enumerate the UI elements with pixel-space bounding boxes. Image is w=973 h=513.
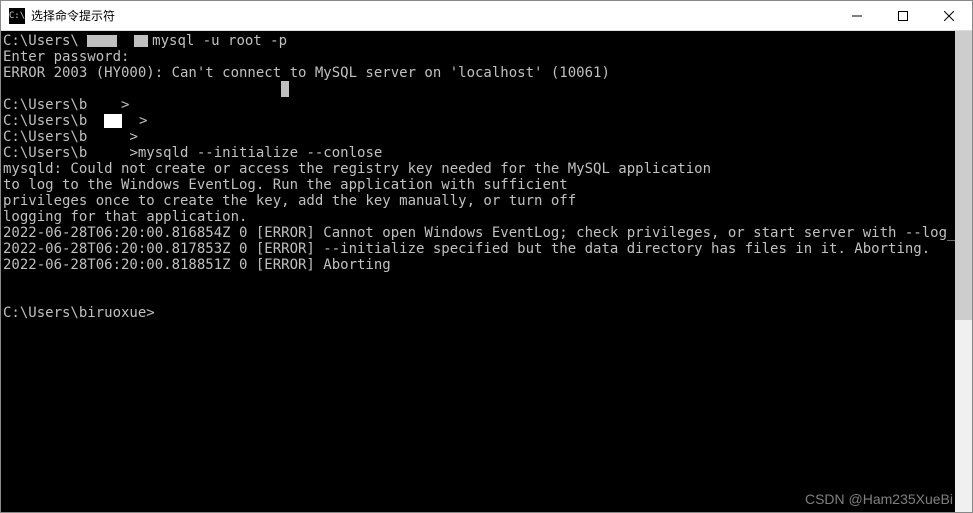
command-text: >mysqld --initialize --conlose: [87, 145, 382, 161]
prompt-text: C:\Users\b: [3, 97, 87, 113]
prompt-text: >: [122, 113, 147, 129]
prompt-text: C:\Users\b: [3, 113, 87, 129]
blank-line: [3, 289, 11, 305]
output-text: to log to the Windows EventLog. Run the …: [3, 177, 568, 193]
output-text: mysqld: Could not create or access the r…: [3, 161, 711, 177]
prompt-text: C:\Users\biruoxue>: [3, 305, 155, 321]
output-text: logging for that application.: [3, 209, 247, 225]
prompt-text: C:\Users\b: [3, 145, 87, 161]
error-text: 2022-06-28T06:20:00.817853Z 0 [ERROR] --…: [3, 241, 930, 257]
minimize-button[interactable]: [834, 1, 880, 30]
terminal-area: C:\Users\ mysql -u root -p Enter passwor…: [1, 31, 972, 512]
command-text: mysql -u root -p: [152, 33, 287, 49]
close-button[interactable]: [926, 1, 972, 30]
terminal-output[interactable]: C:\Users\ mysql -u root -p Enter passwor…: [1, 31, 955, 512]
error-text: ERROR 2003 (HY000): Can't connect to MyS…: [3, 65, 610, 81]
prompt-text: >: [87, 129, 138, 145]
error-text: 2022-06-28T06:20:00.816854Z 0 [ERROR] Ca…: [3, 225, 955, 241]
redacted-text: [134, 35, 148, 47]
window-title: 选择命令提示符: [31, 7, 834, 24]
maximize-button[interactable]: [880, 1, 926, 30]
redacted-text: [87, 35, 117, 47]
redacted-text: [104, 114, 122, 128]
output-text: privileges once to create the key, add t…: [3, 193, 576, 209]
cmd-window: C:\ 选择命令提示符 C:\Users\ mysql -u root -p E…: [0, 0, 973, 513]
watermark-text: CSDN @Ham235XueBi: [805, 491, 953, 507]
output-text: Enter password:: [3, 49, 129, 65]
cmd-icon: C:\: [9, 8, 25, 24]
blank-line: [3, 273, 11, 289]
scroll-thumb[interactable]: [955, 31, 972, 320]
prompt-text: C:\Users\: [3, 33, 87, 49]
vertical-scrollbar[interactable]: [955, 31, 972, 512]
error-text: 2022-06-28T06:20:00.818851Z 0 [ERROR] Ab…: [3, 257, 391, 273]
cursor: [281, 81, 289, 97]
window-controls: [834, 1, 972, 30]
titlebar[interactable]: C:\ 选择命令提示符: [1, 1, 972, 31]
blank-line: [3, 81, 11, 97]
prompt-text: >: [87, 97, 129, 113]
prompt-text: C:\Users\b: [3, 129, 87, 145]
